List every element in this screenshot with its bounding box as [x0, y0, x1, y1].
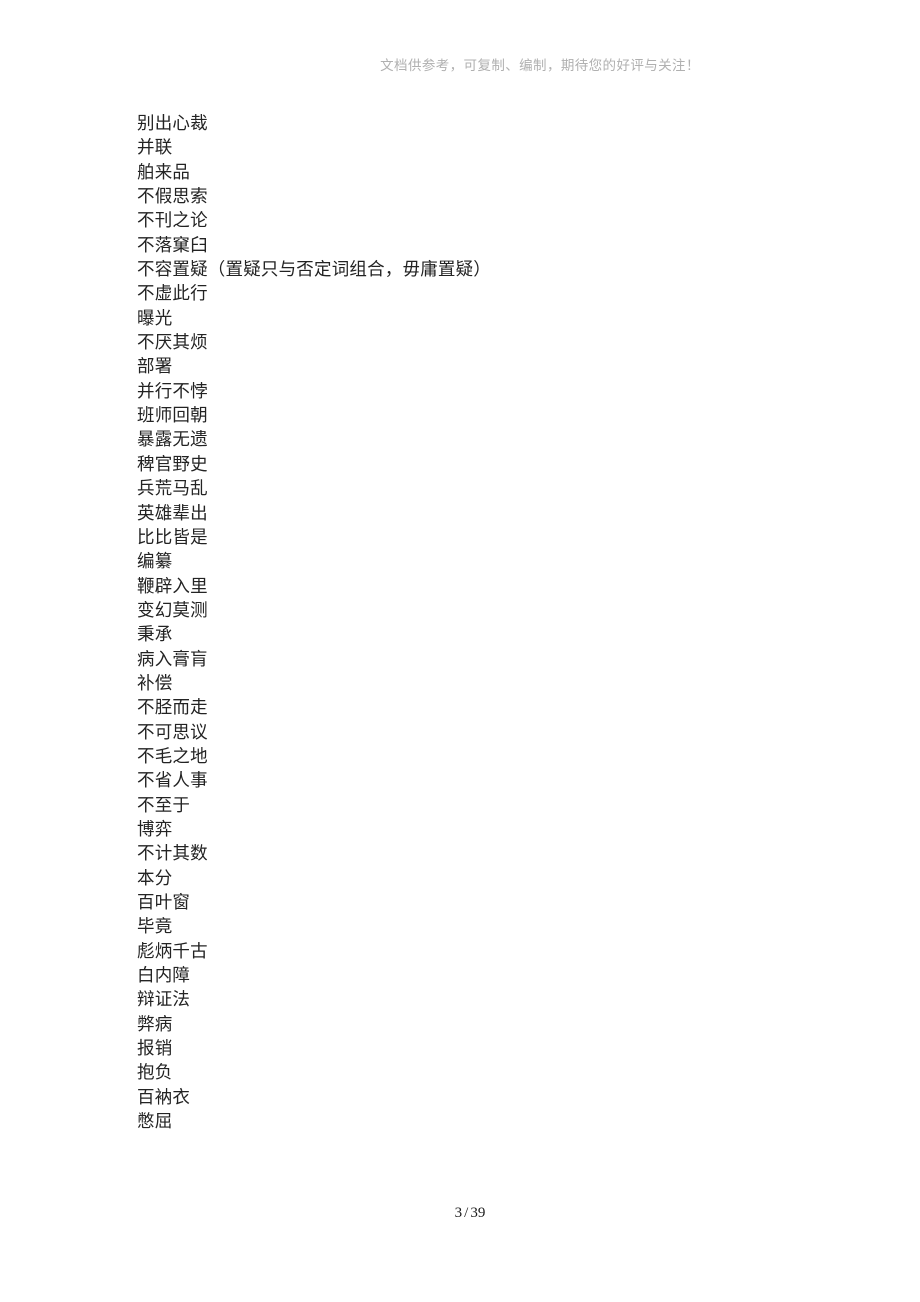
document-line: 不厌其烦	[137, 332, 208, 353]
document-line: 不容置疑（置疑只与否定词组合，毋庸置疑）	[137, 259, 491, 280]
document-line: 不落窠臼	[137, 234, 208, 255]
document-line: 不省人事	[137, 770, 208, 791]
document-line: 报销	[137, 1038, 173, 1059]
document-line: 秉承	[137, 624, 173, 645]
document-line: 不可思议	[137, 721, 208, 742]
document-line: 不假思索	[137, 186, 208, 207]
footer-total-pages: 39	[470, 1205, 486, 1221]
document-line: 不毛之地	[137, 745, 208, 766]
document-line: 兵荒马乱	[137, 478, 208, 499]
document-line: 班师回朝	[137, 405, 208, 426]
document-line: 鞭辟入里	[137, 575, 208, 596]
document-line: 博弈	[137, 818, 173, 839]
document-line: 不胫而走	[137, 697, 208, 718]
document-line: 憋屈	[137, 1111, 173, 1132]
document-line: 弊病	[137, 1013, 173, 1034]
document-line: 毕竟	[137, 916, 173, 937]
document-line: 抱负	[137, 1062, 173, 1083]
document-line: 暴露无遗	[137, 429, 208, 450]
page-header-watermark: 文档供参考，可复制、编制，期待您的好评与关注！	[380, 58, 700, 73]
document-line: 不刊之论	[137, 210, 208, 231]
document-line: 变幻莫测	[137, 599, 208, 620]
document-line: 不计其数	[137, 843, 208, 864]
document-line: 部署	[137, 356, 173, 377]
document-line: 补偿	[137, 672, 173, 693]
document-line: 百衲衣	[137, 1086, 191, 1107]
document-line: 病入膏肓	[137, 648, 208, 669]
document-line: 辩证法	[137, 989, 191, 1010]
document-line: 英雄辈出	[137, 502, 208, 523]
document-line: 彪炳千古	[137, 940, 208, 961]
document-line: 稗官野史	[137, 453, 208, 474]
document-page: 文档供参考，可复制、编制，期待您的好评与关注！ 别出心裁并联舶来品不假思索不刊之…	[0, 0, 920, 1302]
document-line: 舶来品	[137, 161, 191, 182]
document-line: 百叶窗	[137, 892, 191, 912]
document-line: 编纂	[137, 551, 173, 572]
page-footer: 3/39	[0, 1203, 920, 1223]
document-line: 并联	[137, 137, 173, 158]
document-line: 并行不悖	[137, 380, 208, 401]
document-body: 别出心裁并联舶来品不假思索不刊之论不落窠臼不容置疑（置疑只与否定词组合，毋庸置疑…	[137, 111, 837, 1133]
document-line: 不虚此行	[137, 283, 208, 304]
document-line: 比比皆是	[137, 526, 208, 547]
document-line: 不至于	[137, 794, 191, 815]
document-line: 别出心裁	[137, 113, 208, 133]
document-line: 白内障	[137, 965, 191, 986]
document-line: 曝光	[137, 307, 173, 328]
document-line: 本分	[137, 867, 173, 888]
